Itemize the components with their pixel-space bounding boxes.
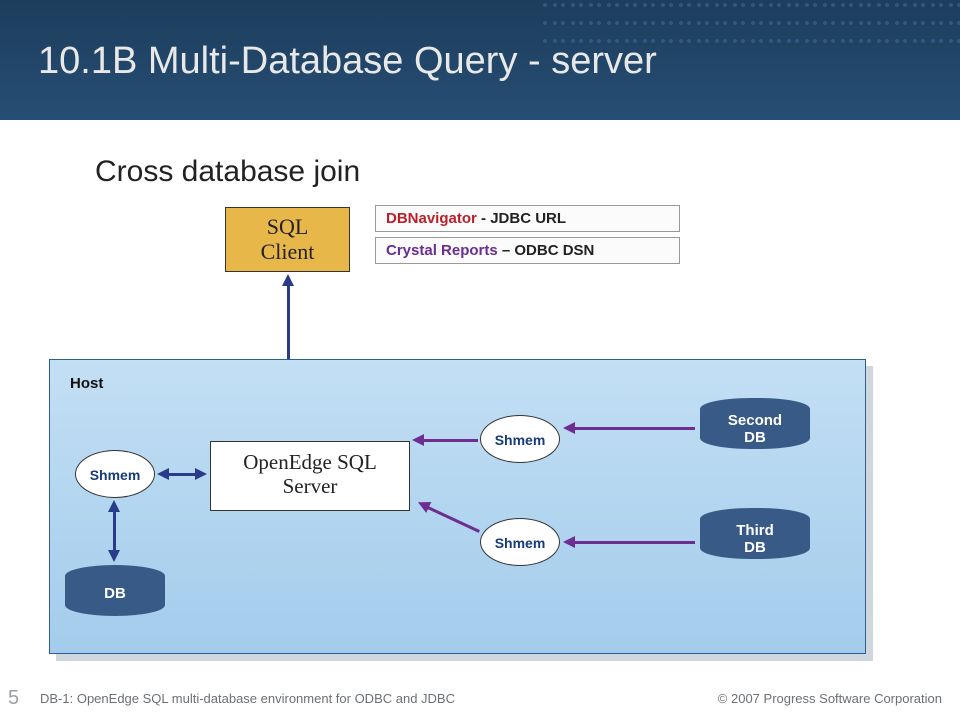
node-shmem-third: Shmem — [480, 518, 560, 566]
dbnav-name: DBNavigator — [386, 210, 477, 227]
title-bar: 10.1B Multi-Database Query - server — [0, 0, 960, 120]
slide-title: 10.1B Multi-Database Query - server — [38, 40, 657, 83]
slide: 10.1B Multi-Database Query - server Cros… — [0, 0, 960, 720]
footer-left: DB-1: OpenEdge SQL multi-database enviro… — [40, 691, 455, 706]
footer-right: © 2007 Progress Software Corporation — [718, 691, 942, 706]
primary-db-label: DB — [104, 585, 126, 602]
node-third-db: ThirdDB — [700, 508, 810, 559]
node-primary-db: DB — [65, 565, 165, 616]
dbnav-via: - JDBC URL — [481, 210, 566, 227]
label-dbnavigator: DBNavigator - JDBC URL — [375, 205, 680, 232]
node-shmem-second: Shmem — [480, 415, 560, 463]
slide-subtitle: Cross database join — [95, 155, 360, 189]
label-crystal: Crystal Reports – ODBC DSN — [375, 237, 680, 264]
node-openedge-server: OpenEdge SQL Server — [210, 441, 410, 511]
second-db-l1: SecondDB — [728, 412, 782, 446]
arrow-thirddb-shmem3 — [563, 536, 695, 550]
oe-line1: OpenEdge SQL — [243, 450, 377, 474]
node-shmem-primary: Shmem — [75, 450, 155, 498]
node-second-db: SecondDB — [700, 398, 810, 449]
sql-client-line1: SQL — [267, 214, 309, 239]
arrow-seconddb-shmem2 — [563, 422, 695, 436]
arrow-shmem1-server — [157, 468, 207, 482]
sql-client-line2: Client — [261, 239, 315, 264]
oe-line2: Server — [283, 474, 338, 498]
third-db-l1: ThirdDB — [736, 522, 774, 556]
crystal-name: Crystal Reports — [386, 242, 498, 259]
node-sql-client: SQL Client — [225, 207, 350, 272]
arrow-shmem2-server — [412, 434, 478, 448]
crystal-via: – ODBC DSN — [502, 242, 595, 259]
page-number: 5 — [8, 687, 19, 710]
arrow-shmem1-primarydb — [108, 500, 122, 562]
host-label: Host — [70, 375, 103, 392]
